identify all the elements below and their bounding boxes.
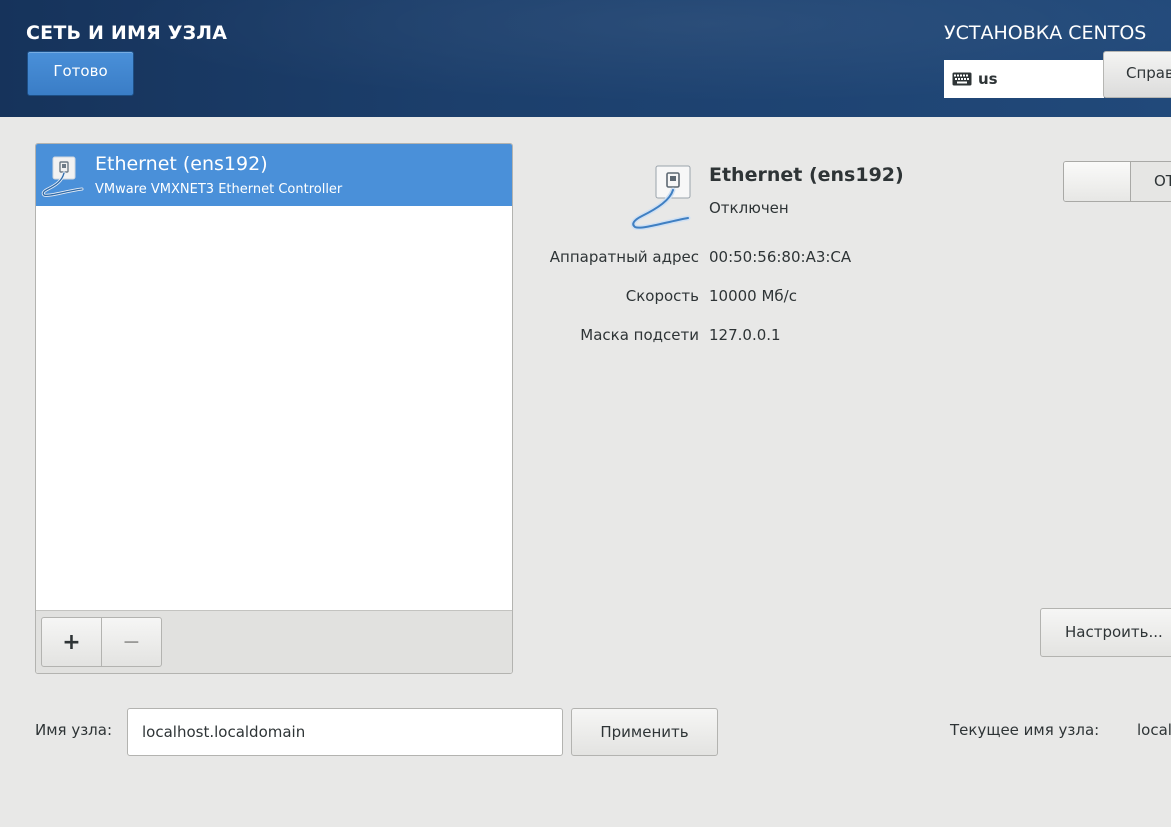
header-bar: СЕТЬ И ИМЯ УЗЛА Готово УСТАНОВКА CENTOS …	[0, 0, 1171, 117]
subnet-mask-row: Маска подсети 127.0.0.1	[470, 326, 1170, 346]
hardware-address-value: 00:50:56:80:A3:CA	[709, 248, 852, 266]
page-title: СЕТЬ И ИМЯ УЗЛА	[26, 22, 228, 44]
network-wired-icon	[38, 151, 92, 203]
done-button[interactable]: Готово	[27, 51, 134, 96]
install-title: УСТАНОВКА CENTOS	[944, 22, 1147, 44]
configure-button[interactable]: Настроить...	[1040, 608, 1171, 657]
device-name: Ethernet (ens192)	[709, 164, 904, 186]
keyboard-layout-label: us	[978, 70, 998, 88]
device-power-toggle[interactable]: ОТКЛ	[1063, 161, 1171, 202]
speed-value: 10000 Мб/с	[709, 287, 797, 305]
device-list-item-ens192[interactable]: Ethernet (ens192) VMware VMXNET3 Etherne…	[36, 144, 512, 206]
hostname-input[interactable]	[127, 708, 563, 756]
toggle-knob	[1064, 162, 1131, 201]
keyboard-icon	[952, 72, 972, 86]
device-status: Отключен	[709, 199, 789, 217]
keyboard-layout-indicator[interactable]: us	[944, 60, 1104, 98]
add-device-button[interactable]: +	[41, 617, 102, 667]
device-list: Ethernet (ens192) VMware VMXNET3 Etherne…	[35, 143, 513, 674]
current-hostname-label: Текущее имя узла:	[950, 721, 1100, 739]
speed-label: Скорость	[625, 287, 699, 305]
device-list-item-subtitle: VMware VMXNET3 Ethernet Controller	[95, 182, 343, 197]
subnet-mask-label: Маска подсети	[580, 326, 699, 344]
network-wired-icon	[628, 160, 704, 236]
help-button[interactable]: Справка!	[1103, 51, 1171, 98]
hardware-address-row: Аппаратный адрес 00:50:56:80:A3:CA	[470, 248, 1170, 268]
hostname-label: Имя узла:	[35, 721, 113, 739]
current-hostname-value: localhost	[1137, 721, 1171, 739]
device-list-toolbar: + −	[36, 610, 512, 673]
device-list-item-title: Ethernet (ens192)	[95, 153, 268, 175]
speed-row: Скорость 10000 Мб/с	[470, 287, 1170, 307]
apply-hostname-button[interactable]: Применить	[571, 708, 718, 756]
hardware-address-label: Аппаратный адрес	[549, 248, 699, 266]
toggle-label: ОТКЛ	[1154, 172, 1171, 190]
subnet-mask-value: 127.0.0.1	[709, 326, 781, 344]
remove-device-button[interactable]: −	[101, 617, 162, 667]
